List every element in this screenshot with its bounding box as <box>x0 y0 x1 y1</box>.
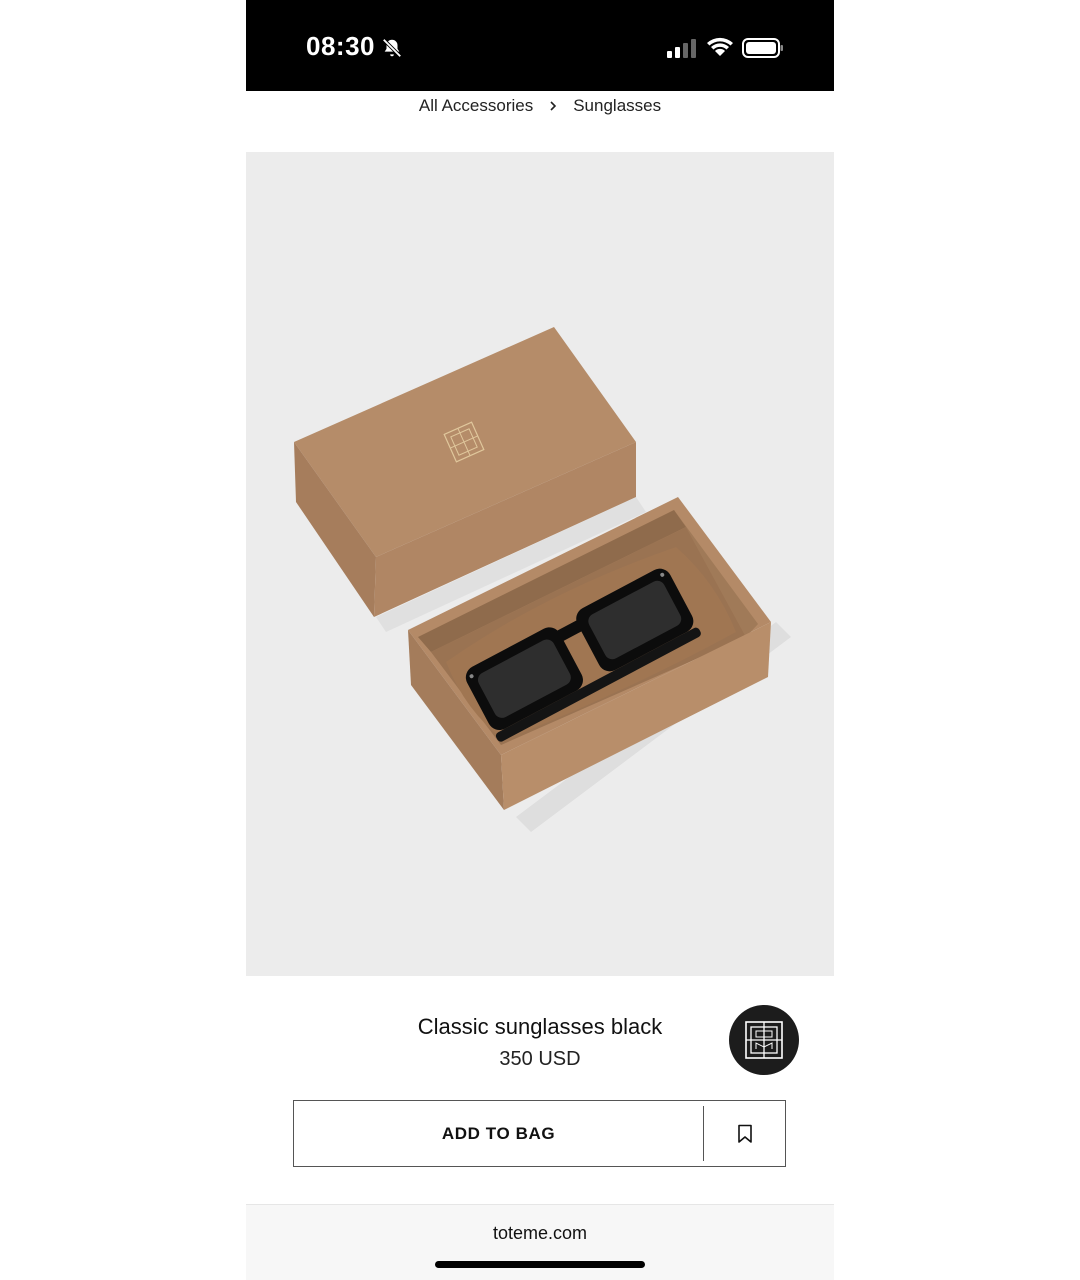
product-photo-box-with-sunglasses <box>294 327 791 832</box>
breadcrumb-sunglasses[interactable]: Sunglasses <box>573 96 661 116</box>
brand-monogram-icon <box>745 1021 783 1059</box>
brand-logo-button[interactable] <box>729 1005 799 1075</box>
chevron-right-icon <box>550 101 557 111</box>
product-image[interactable] <box>246 152 834 976</box>
home-indicator[interactable] <box>435 1261 645 1268</box>
phone-screen: 08:30 All Accessories Sunglasses Classic… <box>246 0 834 1280</box>
signal-icon <box>667 39 696 58</box>
wishlist-button[interactable] <box>704 1101 785 1166</box>
bell-slash-icon <box>382 38 402 58</box>
url-text[interactable]: toteme.com <box>246 1223 834 1244</box>
purchase-actions: ADD TO BAG <box>293 1100 786 1167</box>
status-bar: 08:30 <box>246 0 834 91</box>
breadcrumb: All Accessories Sunglasses <box>246 91 834 121</box>
status-time: 08:30 <box>306 31 375 61</box>
breadcrumb-all-accessories[interactable]: All Accessories <box>419 96 533 116</box>
battery-icon <box>742 38 783 58</box>
browser-url-bar[interactable]: toteme.com <box>246 1204 834 1280</box>
add-to-bag-button[interactable]: ADD TO BAG <box>294 1101 703 1166</box>
bookmark-icon <box>737 1124 752 1143</box>
wifi-icon <box>707 37 733 56</box>
